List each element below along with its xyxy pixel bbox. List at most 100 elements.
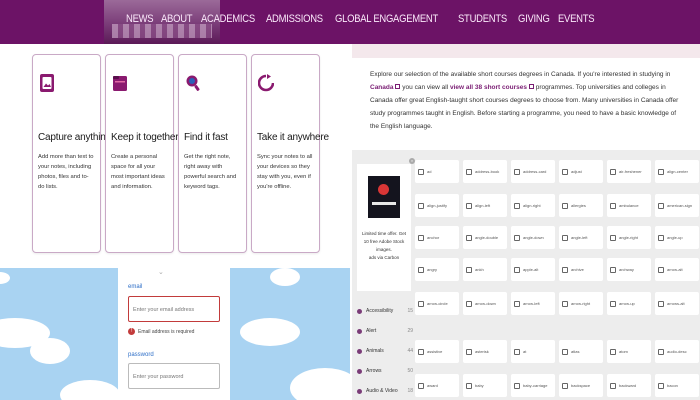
nav-link-news[interactable]: NEWS <box>126 13 154 25</box>
tile-label: assistive <box>427 349 443 354</box>
icon-tile[interactable]: address-book <box>463 160 507 183</box>
icon-tile[interactable]: align-left <box>463 194 507 217</box>
icon-tile[interactable]: align-justify <box>415 194 459 217</box>
icon-tile[interactable]: arrow-circle <box>415 292 459 315</box>
category-item[interactable]: Arrows 50 <box>357 361 413 381</box>
icon-tile[interactable]: at <box>511 340 555 363</box>
feature-cards: Capture anything Add more than text to y… <box>32 54 329 253</box>
category-item[interactable]: Audio & Video 18 <box>357 381 413 400</box>
password-label: password <box>128 352 154 358</box>
carbon-ad[interactable]: × Limited time offer. Get 10 free Adobe … <box>357 158 415 291</box>
nav-link-about[interactable]: ABOUT <box>161 13 193 25</box>
icon-tile[interactable]: angle-up <box>655 226 699 249</box>
icon-tile[interactable]: arrow-up <box>607 292 651 315</box>
feature-card-capture: Capture anything Add more than text to y… <box>32 54 111 253</box>
tile-icon <box>466 168 472 175</box>
tile-icon <box>658 382 664 389</box>
icon-tile[interactable]: air-freshener <box>607 160 651 183</box>
icon-tile[interactable]: apple-alt <box>511 258 555 281</box>
tile-icon <box>514 300 520 307</box>
signin-form: ⌄ email Enter your email address ! Email… <box>118 268 230 400</box>
tile-icon <box>610 168 616 175</box>
tile-icon <box>514 234 520 241</box>
view-all-courses-link[interactable]: view all 38 short courses <box>450 84 527 91</box>
icon-tile[interactable]: backspace <box>559 374 603 397</box>
icon-tile[interactable]: angle-left <box>559 226 603 249</box>
icon-tile[interactable]: audio-desc <box>655 340 699 363</box>
icon-tile[interactable]: assistive <box>415 340 459 363</box>
icon-browser: × Limited time offer. Get 10 free Adobe … <box>352 150 700 400</box>
tile-label: at <box>523 349 527 354</box>
cloud <box>290 368 350 400</box>
icon-tile[interactable]: ad <box>415 160 459 183</box>
feature-title: Capture anything <box>38 132 111 143</box>
icon-tile[interactable]: angle-double <box>463 226 507 249</box>
intro-section: Explore our selection of the available s… <box>352 44 700 184</box>
icon-tile[interactable]: bacon <box>655 374 699 397</box>
icon-tile[interactable]: adjust <box>559 160 603 183</box>
tile-label: anchor <box>427 235 440 240</box>
icon-tile[interactable]: atom <box>607 340 651 363</box>
category-item[interactable]: Alert 29 <box>357 321 413 341</box>
tile-icon <box>466 234 472 241</box>
icon-tile[interactable]: align-right <box>511 194 555 217</box>
tile-label: bacon <box>667 383 678 388</box>
category-count: 29 <box>407 328 413 334</box>
icon-tile[interactable]: archway <box>607 258 651 281</box>
tile-label: award <box>427 383 438 388</box>
tile-icon <box>658 300 664 307</box>
icon-tile[interactable]: allergies <box>559 194 603 217</box>
tile-icon <box>514 382 520 389</box>
tile-label: american-sign <box>667 203 693 208</box>
ad-footer[interactable]: ads via Carbon <box>369 255 399 260</box>
icon-tile[interactable]: angry <box>415 258 459 281</box>
category-item[interactable]: Accessibility 15 <box>357 301 413 321</box>
ad-body-text[interactable]: Limited time offer. Get 10 free Adobe St… <box>362 231 406 252</box>
nav-link-students[interactable]: STUDENTS <box>458 13 507 25</box>
icon-tile[interactable]: backward <box>607 374 651 397</box>
icon-tile[interactable]: address-card <box>511 160 555 183</box>
icon-tile[interactable]: arrow-left <box>511 292 555 315</box>
tile-label: archive <box>571 267 584 272</box>
ad-image[interactable] <box>368 176 400 218</box>
tile-icon <box>466 266 472 273</box>
tile-label: angle-down <box>523 235 544 240</box>
icon-tile[interactable]: arrows-alt <box>655 292 699 315</box>
nav-links: NEWS ABOUT ACADEMICS ADMISSIONS GLOBAL E… <box>126 13 594 25</box>
icon-tile[interactable]: baby-carriage <box>511 374 555 397</box>
email-field[interactable]: Enter your email address <box>128 296 220 322</box>
ad-text[interactable]: Limited time offer. Get 10 free Adobe St… <box>359 230 409 262</box>
icon-tile[interactable]: american-sign <box>655 194 699 217</box>
icon-tile[interactable]: archive <box>559 258 603 281</box>
tile-icon <box>514 168 520 175</box>
feature-text: Add more than text to your notes, includ… <box>38 154 94 190</box>
tile-label: adjust <box>571 169 582 174</box>
nav-link-academics[interactable]: ACADEMICS <box>201 13 255 25</box>
icon-tile[interactable]: award <box>415 374 459 397</box>
icon-tile[interactable]: arrow-alt <box>655 258 699 281</box>
country-link[interactable]: Canada <box>370 84 393 91</box>
icon-tile[interactable]: atlas <box>559 340 603 363</box>
icon-tile[interactable]: angle-right <box>607 226 651 249</box>
icon-tile[interactable]: ambulance <box>607 194 651 217</box>
icon-tile[interactable]: angle-down <box>511 226 555 249</box>
icon-tile[interactable]: arrow-right <box>559 292 603 315</box>
nav-link-global-engagement[interactable]: GLOBAL ENGAGEMENT <box>335 13 438 25</box>
tile-label: baby <box>475 383 484 388</box>
sync-icon <box>257 74 275 92</box>
tile-label: arrow-alt <box>667 267 683 272</box>
category-item[interactable]: Animals 44 <box>357 341 413 361</box>
tile-icon <box>562 266 568 273</box>
password-field[interactable]: Enter your password <box>128 363 220 389</box>
icon-tile[interactable]: anchor <box>415 226 459 249</box>
icon-tile[interactable]: arrow-down <box>463 292 507 315</box>
icon-tile[interactable]: ankh <box>463 258 507 281</box>
icon-tile[interactable]: asterisk <box>463 340 507 363</box>
icon-tile[interactable]: baby <box>463 374 507 397</box>
image-icon <box>40 74 54 92</box>
icon-tile[interactable]: align-center <box>655 160 699 183</box>
nav-link-events[interactable]: EVENTS <box>558 13 595 25</box>
nav-link-giving[interactable]: GIVING <box>518 13 550 25</box>
form-title-fragment: ⌄ <box>158 269 164 276</box>
nav-link-admissions[interactable]: ADMISSIONS <box>266 13 323 25</box>
